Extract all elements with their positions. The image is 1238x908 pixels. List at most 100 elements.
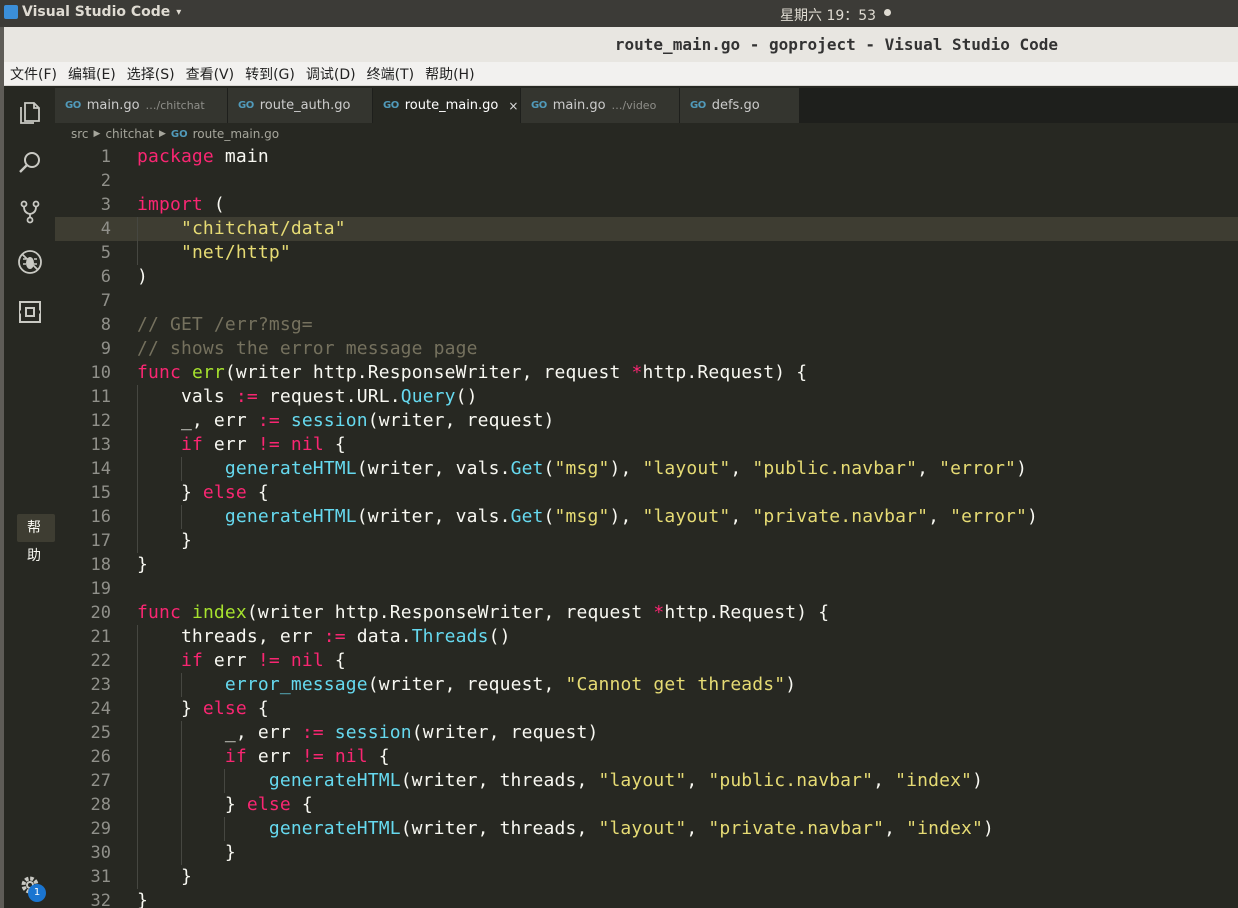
go-file-icon: GO: [170, 128, 188, 140]
code-token: {: [323, 650, 346, 671]
code-line[interactable]: 29 generateHTML(writer, threads, "layout…: [55, 817, 1238, 841]
breadcrumb-file[interactable]: route_main.go: [193, 127, 279, 141]
tab-main-go-video[interactable]: GO main.go …/video: [521, 88, 680, 123]
code-line[interactable]: 16 generateHTML(writer, vals.Get("msg"),…: [55, 505, 1238, 529]
code-text: }: [137, 889, 148, 908]
breadcrumb-src[interactable]: src: [71, 127, 89, 141]
code-line[interactable]: 2: [55, 169, 1238, 193]
code-line[interactable]: 1 package main: [55, 145, 1238, 169]
system-clock[interactable]: 星期六 19：53: [780, 5, 876, 25]
code-line[interactable]: 18}: [55, 553, 1238, 577]
code-line[interactable]: 11 vals := request.URL.Query(): [55, 385, 1238, 409]
menu-go[interactable]: 转到(G): [245, 64, 295, 84]
code-token: "layout": [598, 818, 687, 839]
code-line[interactable]: 26 if err != nil {: [55, 745, 1238, 769]
code-text: generateHTML(writer, threads, "layout", …: [137, 769, 983, 793]
code-line[interactable]: 9 // shows the error message page: [55, 337, 1238, 361]
code-line[interactable]: 27 generateHTML(writer, threads, "layout…: [55, 769, 1238, 793]
code-line[interactable]: 6): [55, 265, 1238, 289]
indent-guide: [180, 817, 182, 841]
tab-main-go-chitchat[interactable]: GO main.go …/chitchat: [55, 88, 228, 123]
go-file-icon: GO: [65, 100, 81, 111]
code-line[interactable]: 20 func index(writer http.ResponseWriter,…: [55, 601, 1238, 625]
code-line[interactable]: 12 _, err := session(writer, request): [55, 409, 1238, 433]
code-editor[interactable]: 1 package main 2 3 import (4 "chitchat/data"…: [55, 145, 1238, 908]
debug-icon[interactable]: [17, 249, 43, 275]
code-line[interactable]: 15 } else {: [55, 481, 1238, 505]
code-token: (writer, vals.: [356, 506, 511, 527]
code-line[interactable]: 4 "chitchat/data": [55, 217, 1238, 241]
code-token: "error": [950, 506, 1028, 527]
menu-selection[interactable]: 选择(S): [127, 64, 175, 84]
chevron-right-icon: ▶: [158, 129, 166, 139]
files-icon[interactable]: [17, 100, 43, 126]
code-line[interactable]: 7: [55, 289, 1238, 313]
line-number: 8: [100, 315, 111, 335]
tab-defs-go[interactable]: GO defs.go: [680, 88, 800, 123]
indent-guide: [137, 409, 138, 433]
menu-file[interactable]: 文件(F): [10, 64, 57, 84]
code-token: }: [137, 554, 148, 575]
code-line[interactable]: 25 _, err := session(writer, request): [55, 721, 1238, 745]
code-token: ): [137, 266, 148, 287]
code-token: http.Request) {: [642, 362, 808, 383]
line-number: 3: [100, 195, 111, 215]
tab-route-auth-go[interactable]: GO route_auth.go: [228, 88, 373, 123]
code-line[interactable]: 14 generateHTML(writer, vals.Get("msg"),…: [55, 457, 1238, 481]
menu-terminal[interactable]: 终端(T): [367, 64, 414, 84]
code-token: (writer, request,: [367, 674, 566, 695]
breadcrumb-chitchat[interactable]: chitchat: [105, 127, 154, 141]
code-token: ): [972, 770, 984, 791]
menu-edit[interactable]: 编辑(E): [68, 64, 116, 84]
code-token: _, err: [137, 410, 258, 431]
code-line[interactable]: 24 } else {: [55, 697, 1238, 721]
tab-route-main-go[interactable]: GO route_main.go ×: [373, 88, 521, 123]
indent-guide: [137, 865, 138, 889]
code-line[interactable]: 32}: [55, 889, 1238, 908]
code-token: generateHTML: [224, 506, 357, 527]
close-icon[interactable]: ×: [508, 99, 518, 113]
code-line[interactable]: 3 import (: [55, 193, 1238, 217]
code-line[interactable]: 5 "net/http": [55, 241, 1238, 265]
menu-view[interactable]: 查看(V): [186, 64, 235, 84]
code-text: } else {: [137, 793, 313, 817]
code-token: ,: [917, 458, 940, 479]
code-line[interactable]: 10 func err(writer http.ResponseWriter, r…: [55, 361, 1238, 385]
code-token: {: [290, 794, 313, 815]
code-text: }: [137, 865, 192, 889]
app-menu-button[interactable]: Visual Studio Code ▾: [4, 4, 181, 20]
search-icon[interactable]: [17, 150, 43, 176]
indent-guide: [137, 505, 138, 529]
code-line[interactable]: 31 }: [55, 865, 1238, 889]
code-line[interactable]: 23 error_message(writer, request, "Canno…: [55, 673, 1238, 697]
window-titlebar[interactable]: route_main.go - goproject - Visual Studi…: [4, 27, 1238, 62]
code-token: !=: [257, 650, 280, 671]
extensions-icon[interactable]: [17, 299, 43, 325]
line-number: 27: [90, 771, 111, 791]
code-token: }: [137, 482, 203, 503]
source-control-icon[interactable]: [17, 199, 43, 225]
indent-guide: [180, 769, 182, 793]
code-token: if: [180, 650, 203, 671]
code-line[interactable]: 30 }: [55, 841, 1238, 865]
tab-description: …/chitchat: [145, 99, 205, 112]
go-file-icon: GO: [383, 100, 399, 111]
line-number: 22: [90, 651, 111, 671]
indent-guide: [224, 817, 226, 841]
line-number: 4: [100, 219, 111, 239]
code-line[interactable]: 17 }: [55, 529, 1238, 553]
code-token: ,: [686, 770, 709, 791]
code-text: } else {: [137, 481, 269, 505]
code-token: else: [202, 482, 247, 503]
code-line[interactable]: 13 if err != nil {: [55, 433, 1238, 457]
code-line[interactable]: 8 // GET /err?msg=: [55, 313, 1238, 337]
menu-debug[interactable]: 调试(D): [306, 64, 356, 84]
code-line[interactable]: 21 threads, err := data.Threads(): [55, 625, 1238, 649]
code-line[interactable]: 28 } else {: [55, 793, 1238, 817]
code-token: ,: [686, 818, 709, 839]
menu-help[interactable]: 帮助(H): [425, 64, 474, 84]
code-line[interactable]: 22 if err != nil {: [55, 649, 1238, 673]
code-line[interactable]: 19: [55, 577, 1238, 601]
